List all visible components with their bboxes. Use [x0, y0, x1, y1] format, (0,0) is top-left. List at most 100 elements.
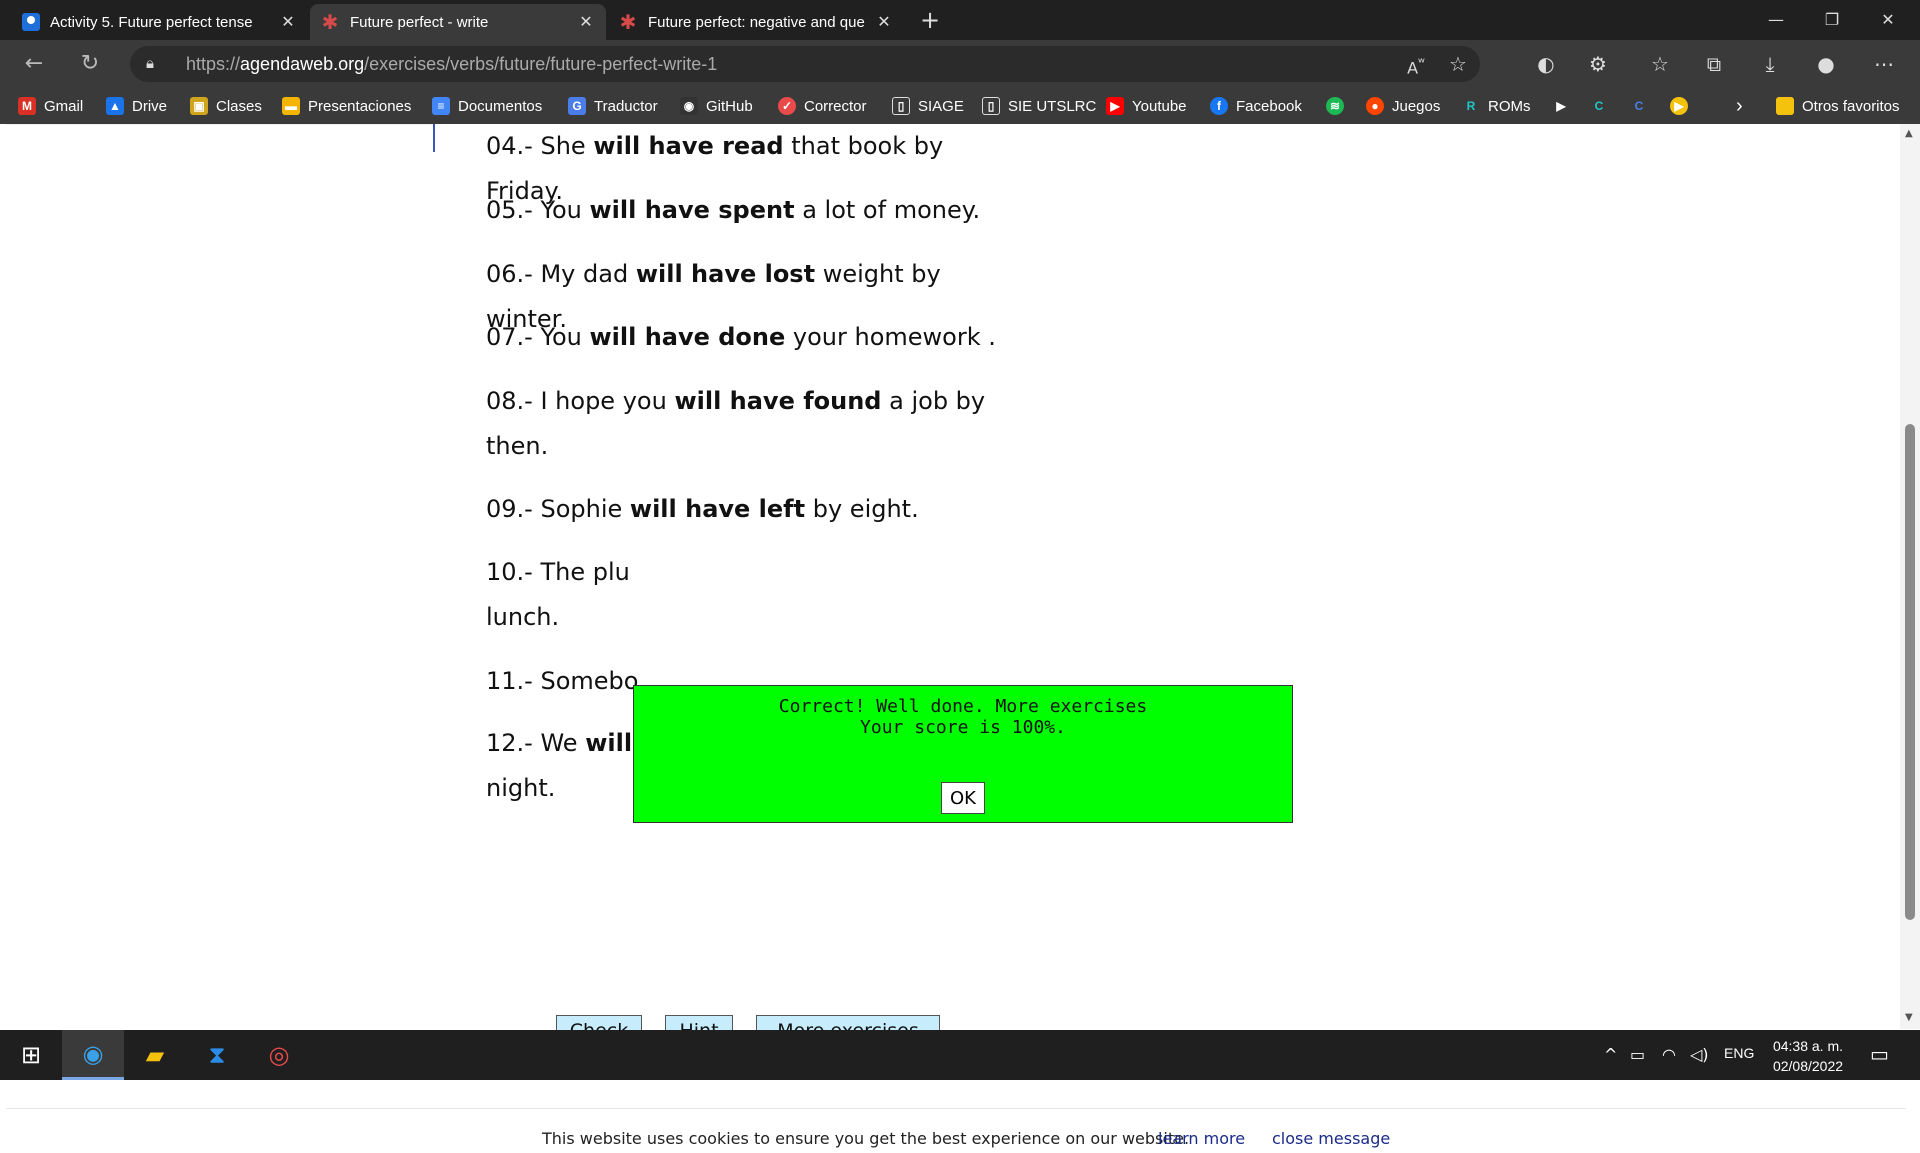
c-app-icon: C: [1634, 99, 1644, 113]
bookmark-github[interactable]: ◉ GitHub: [680, 88, 753, 124]
tab-title: Activity 5. Future perfect tense: [50, 13, 253, 31]
bookmarks-bar: M Gmail ▲ Drive ▣ Clases ▬ Presentaciones ≡ D…: [0, 88, 1920, 124]
gmail-icon: M: [18, 97, 36, 115]
more-bookmarks-chevron-icon[interactable]: ›: [1736, 88, 1743, 124]
roms-icon: R: [1466, 99, 1476, 113]
extensions-icon[interactable]: ⚙: [1582, 48, 1614, 80]
bookmark-documentos[interactable]: ≡ Documentos: [432, 88, 542, 124]
clock-time: 04:38 a. m.: [1772, 1038, 1844, 1054]
bookmark-roms[interactable]: R ROMs: [1462, 88, 1531, 124]
bookmark-presentaciones[interactable]: ▬ Presentaciones: [282, 88, 411, 124]
close-tab-icon[interactable]: ✕: [576, 12, 596, 32]
profile-extension-icon[interactable]: ◐: [1530, 48, 1562, 80]
wifi-icon[interactable]: ◠: [1662, 1045, 1676, 1064]
minimize-button[interactable]: —: [1748, 0, 1804, 40]
tab-bar: Activity 5. Future perfect tense ✕ ✱ Fut…: [0, 0, 1920, 40]
avatar[interactable]: ●: [1810, 48, 1842, 80]
exercise-item-08: 08.- I hope you will have found a job by…: [486, 387, 986, 460]
learn-more-link[interactable]: learn more: [1158, 1129, 1245, 1148]
docs-icon: ≡: [432, 97, 450, 115]
clock-date: 02/08/2022: [1772, 1058, 1844, 1074]
score-text: Your score is 100%.: [860, 717, 1066, 738]
address-toolbar: ← ↻ 🔒︎ https://agendaweb.org/exercises/v…: [0, 40, 1920, 88]
notifications-icon[interactable]: ▭: [1870, 1042, 1889, 1066]
close-tab-icon[interactable]: ✕: [278, 12, 298, 32]
back-arrow-icon[interactable]: ←: [18, 48, 50, 80]
language-indicator[interactable]: ENG: [1724, 1045, 1754, 1061]
chrome-icon[interactable]: ◎: [248, 1030, 310, 1080]
read-aloud-icon[interactable]: Aʷ: [1400, 48, 1432, 80]
downloads-icon[interactable]: ⤓: [1754, 48, 1786, 80]
bookmark-youtube[interactable]: ▶ Youtube: [1106, 88, 1187, 124]
page-icon: ▯: [982, 97, 1000, 115]
bookmark-spotify[interactable]: ≋: [1326, 88, 1352, 124]
close-window-button[interactable]: ✕: [1860, 0, 1916, 40]
exercise-item-07: 07.- You will have done your homework .: [486, 323, 996, 351]
cookie-text: This website uses cookies to ensure you …: [542, 1129, 1190, 1148]
c-app-icon: C: [1594, 99, 1604, 113]
refresh-icon[interactable]: ↻: [74, 48, 106, 80]
collections-icon[interactable]: ⧉: [1698, 48, 1730, 80]
url-text: https://agendaweb.org/exercises/verbs/fu…: [186, 54, 718, 74]
bookmark-drive[interactable]: ▲ Drive: [106, 88, 167, 124]
translate-icon: G: [568, 97, 586, 115]
tray-chevron-icon[interactable]: ^: [1604, 1045, 1617, 1064]
bookmark-clases[interactable]: ▣ Clases: [190, 88, 262, 124]
battery-icon[interactable]: ▭: [1630, 1045, 1645, 1064]
bookmark-gmail[interactable]: M Gmail: [18, 88, 83, 124]
close-tab-icon[interactable]: ✕: [874, 12, 894, 32]
restore-button[interactable]: ❐: [1804, 0, 1860, 40]
volume-icon[interactable]: ◁): [1690, 1045, 1709, 1064]
play-circle-icon: ▶: [1670, 97, 1688, 115]
scrollbar[interactable]: ▲ ▼: [1900, 124, 1920, 1029]
file-explorer-icon[interactable]: ▰: [124, 1030, 186, 1080]
exercise-item-10: 10.- The plu lunch.: [486, 558, 630, 631]
bookmark-juegos[interactable]: ● Juegos: [1366, 88, 1440, 124]
url-input[interactable]: 🔒︎ https://agendaweb.org/exercises/verbs…: [130, 46, 1480, 82]
agendaweb-icon: ✱: [321, 11, 339, 34]
clock[interactable]: 04:38 a. m. 02/08/2022: [1760, 1036, 1856, 1076]
tab-future-perfect-negative[interactable]: ✱ Future perfect: negative and que ✕: [608, 4, 904, 40]
bookmark-traductor[interactable]: G Traductor: [568, 88, 658, 124]
bookmark-c1[interactable]: C: [1590, 88, 1616, 124]
reddit-icon: ●: [1366, 97, 1384, 115]
column-divider: [433, 124, 435, 152]
bookmark-sie-utslrc[interactable]: ▯ SIE UTSLRC: [982, 88, 1096, 124]
windows-start-icon[interactable]: ⊞: [0, 1030, 62, 1080]
vscode-icon[interactable]: ⧗: [186, 1030, 248, 1080]
github-icon: ◉: [680, 97, 698, 115]
bookmark-corrector[interactable]: ✓ Corrector: [778, 88, 867, 124]
play-icon: ▶: [1556, 99, 1566, 113]
more-menu-icon[interactable]: ⋯: [1868, 48, 1900, 80]
bookmark-yellow[interactable]: ▶: [1670, 88, 1696, 124]
corrector-icon: ✓: [778, 97, 796, 115]
bookmark-c2[interactable]: C: [1630, 88, 1656, 124]
add-favorite-icon[interactable]: ☆: [1442, 48, 1474, 80]
favorites-icon[interactable]: ☆: [1644, 48, 1676, 80]
scroll-up-icon[interactable]: ▲: [1905, 128, 1913, 139]
result-dialog: Correct! Well done. More exercises Your …: [633, 685, 1293, 823]
cookie-banner: This website uses cookies to ensure you …: [6, 1108, 1906, 1153]
tab-activity5[interactable]: Activity 5. Future perfect tense ✕: [12, 4, 308, 40]
facebook-icon: f: [1210, 97, 1228, 115]
tab-title: Future perfect - write: [350, 13, 489, 31]
tab-title: Future perfect: negative and que: [648, 13, 865, 31]
bookmark-otros-favoritos[interactable]: Otros favoritos: [1776, 88, 1900, 124]
bookmark-siage[interactable]: ▯ SIAGE: [892, 88, 964, 124]
ok-button[interactable]: OK: [941, 782, 985, 814]
edge-icon[interactable]: ◉: [62, 1030, 124, 1080]
exercise-item-05: 05.- You will have spent a lot of money.: [486, 196, 981, 224]
drive-icon: ▲: [106, 97, 124, 115]
bookmark-play[interactable]: ▶: [1552, 88, 1578, 124]
scrollbar-thumb[interactable]: [1905, 424, 1915, 920]
new-tab-button[interactable]: +: [916, 6, 944, 34]
youtube-icon: ▶: [1106, 97, 1124, 115]
scroll-down-icon[interactable]: ▼: [1905, 1012, 1913, 1023]
tab-future-perfect-write[interactable]: ✱ Future perfect - write ✕: [310, 4, 606, 40]
close-message-link[interactable]: close message: [1272, 1129, 1390, 1148]
classroom-icon: ▣: [190, 97, 208, 115]
bookmark-facebook[interactable]: f Facebook: [1210, 88, 1302, 124]
folder-icon: [1776, 97, 1794, 115]
lock-icon[interactable]: 🔒︎: [146, 54, 166, 74]
exercise-item-09: 09.- Sophie will have left by eight.: [486, 495, 919, 523]
